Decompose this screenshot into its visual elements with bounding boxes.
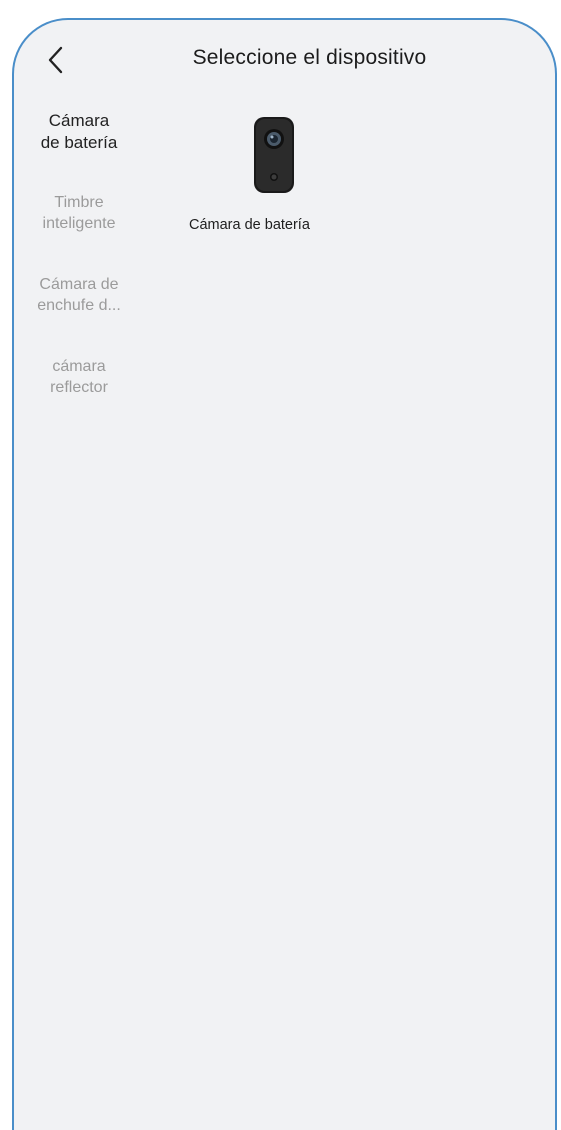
category-label-line1: cámara xyxy=(52,358,106,375)
category-label-line2: enchufe d... xyxy=(37,297,121,314)
category-label-line2: inteligente xyxy=(42,215,116,232)
category-item-battery-camera[interactable]: Cámara de batería xyxy=(14,110,144,192)
category-sidebar: Cámara de batería Timbre inteligente Cám… xyxy=(14,110,144,438)
category-label-line1: Timbre xyxy=(54,194,104,211)
header-bar: Seleccione el dispositivo xyxy=(14,20,555,100)
battery-camera-icon xyxy=(254,117,294,193)
page-title: Seleccione el dispositivo xyxy=(192,46,427,69)
category-label-line2: reflector xyxy=(50,379,108,396)
device-card-battery-camera[interactable]: Cámara de batería xyxy=(174,115,374,233)
category-label-line1: Cámara xyxy=(48,111,110,130)
category-label-line2: de batería xyxy=(40,133,118,152)
category-item-smart-doorbell[interactable]: Timbre inteligente xyxy=(14,192,144,274)
category-label-line1: Cámara de xyxy=(39,276,119,293)
device-label: Cámara de batería xyxy=(189,217,310,233)
back-button[interactable] xyxy=(36,40,76,80)
chevron-left-icon xyxy=(48,46,63,74)
category-item-plug-camera[interactable]: Cámara de enchufe d... xyxy=(14,274,144,356)
category-item-floodlight-camera[interactable]: cámara reflector xyxy=(14,356,144,438)
phone-screen: Seleccione el dispositivo Cámara de bate… xyxy=(12,18,557,1130)
